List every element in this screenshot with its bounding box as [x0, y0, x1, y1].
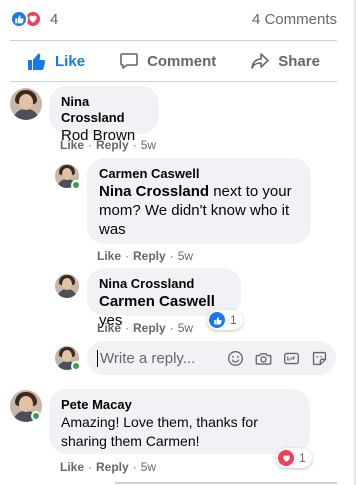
reply-like-link[interactable]: Like — [97, 321, 121, 335]
share-button[interactable]: Share — [250, 51, 320, 71]
thumbs-up-icon — [209, 312, 225, 328]
post-action-bar: Like Comment Share — [10, 42, 337, 80]
reaction-summary[interactable]: 1 — [207, 310, 243, 330]
comment-button[interactable]: Comment — [119, 51, 216, 71]
thumbs-up-icon — [27, 51, 47, 71]
comment-meta: Like · Reply · 5w — [60, 460, 157, 474]
reaction-count[interactable]: 4 — [50, 11, 58, 28]
divider — [115, 482, 337, 484]
comment-like-link[interactable]: Like — [60, 460, 84, 474]
reply-bubble: Carmen Caswell Nina Crossland next to yo… — [87, 158, 311, 244]
share-arrow-icon — [250, 51, 270, 71]
reaction-summary[interactable]: 1 — [276, 448, 312, 468]
comments-count-link[interactable]: 4 Comments — [252, 11, 337, 28]
comment-timestamp[interactable]: 5w — [141, 460, 156, 474]
comment-reply-link[interactable]: Reply — [96, 138, 129, 152]
gif-icon[interactable] — [282, 349, 300, 367]
comment-label: Comment — [147, 52, 217, 70]
reply-like-link[interactable]: Like — [97, 249, 121, 263]
reply-text: Nina Crossland next to your mom? We didn… — [99, 182, 299, 239]
emoji-icon[interactable] — [226, 349, 244, 367]
composer-tools — [226, 349, 328, 367]
online-status-dot — [31, 411, 41, 421]
comment-bubble: Nina Crossland Rod Brown — [49, 86, 159, 144]
sticker-icon[interactable] — [310, 349, 328, 367]
comment-like-link[interactable]: Like — [60, 138, 84, 152]
online-status-dot — [71, 180, 81, 190]
comment-author[interactable]: Nina Crossland — [61, 94, 147, 126]
comment-author[interactable]: Pete Macay — [61, 397, 298, 413]
reaction-count: 1 — [230, 313, 237, 327]
avatar[interactable] — [10, 88, 42, 120]
post-stats-bar: 4 4 Comments — [10, 8, 337, 30]
mention-link[interactable]: Nina Crossland — [99, 183, 209, 200]
like-label: Like — [55, 52, 86, 70]
mention-link[interactable]: Carmen Caswell — [99, 293, 215, 310]
comment-meta: Like · Reply · 5w — [60, 138, 157, 152]
like-button[interactable]: Like — [27, 51, 85, 71]
avatar[interactable] — [55, 274, 79, 298]
comment-text: Amazing! Love them, thanks for sharing t… — [61, 414, 258, 449]
online-status-dot — [71, 361, 81, 371]
comment-timestamp[interactable]: 5w — [141, 138, 156, 152]
reply-author[interactable]: Carmen Caswell — [99, 166, 299, 182]
reply-timestamp[interactable]: 5w — [178, 321, 193, 335]
reply-input[interactable] — [97, 349, 217, 367]
reply-author[interactable]: Nina Crossland — [99, 276, 229, 292]
share-label: Share — [278, 52, 320, 70]
reply-reply-link[interactable]: Reply — [133, 249, 166, 263]
reaction-count: 1 — [299, 451, 306, 465]
camera-icon[interactable] — [254, 349, 272, 367]
reply-reply-link[interactable]: Reply — [133, 321, 166, 335]
divider — [10, 40, 337, 41]
thumbs-up-icon — [10, 10, 28, 28]
reply-meta: Like · Reply · 5w — [97, 321, 194, 335]
divider — [10, 81, 337, 82]
reply-timestamp[interactable]: 5w — [178, 249, 193, 263]
reply-meta: Like · Reply · 5w — [97, 249, 194, 263]
reaction-icons[interactable] — [10, 10, 42, 28]
comment-reply-link[interactable]: Reply — [96, 460, 129, 474]
speech-bubble-icon — [119, 51, 139, 71]
reply-composer — [87, 341, 336, 375]
comment-bubble: Pete Macay Amazing! Love them, thanks fo… — [49, 389, 310, 454]
heart-icon — [278, 450, 294, 466]
reply-bubble: Nina Crossland Carmen Caswell yes — [87, 268, 241, 329]
